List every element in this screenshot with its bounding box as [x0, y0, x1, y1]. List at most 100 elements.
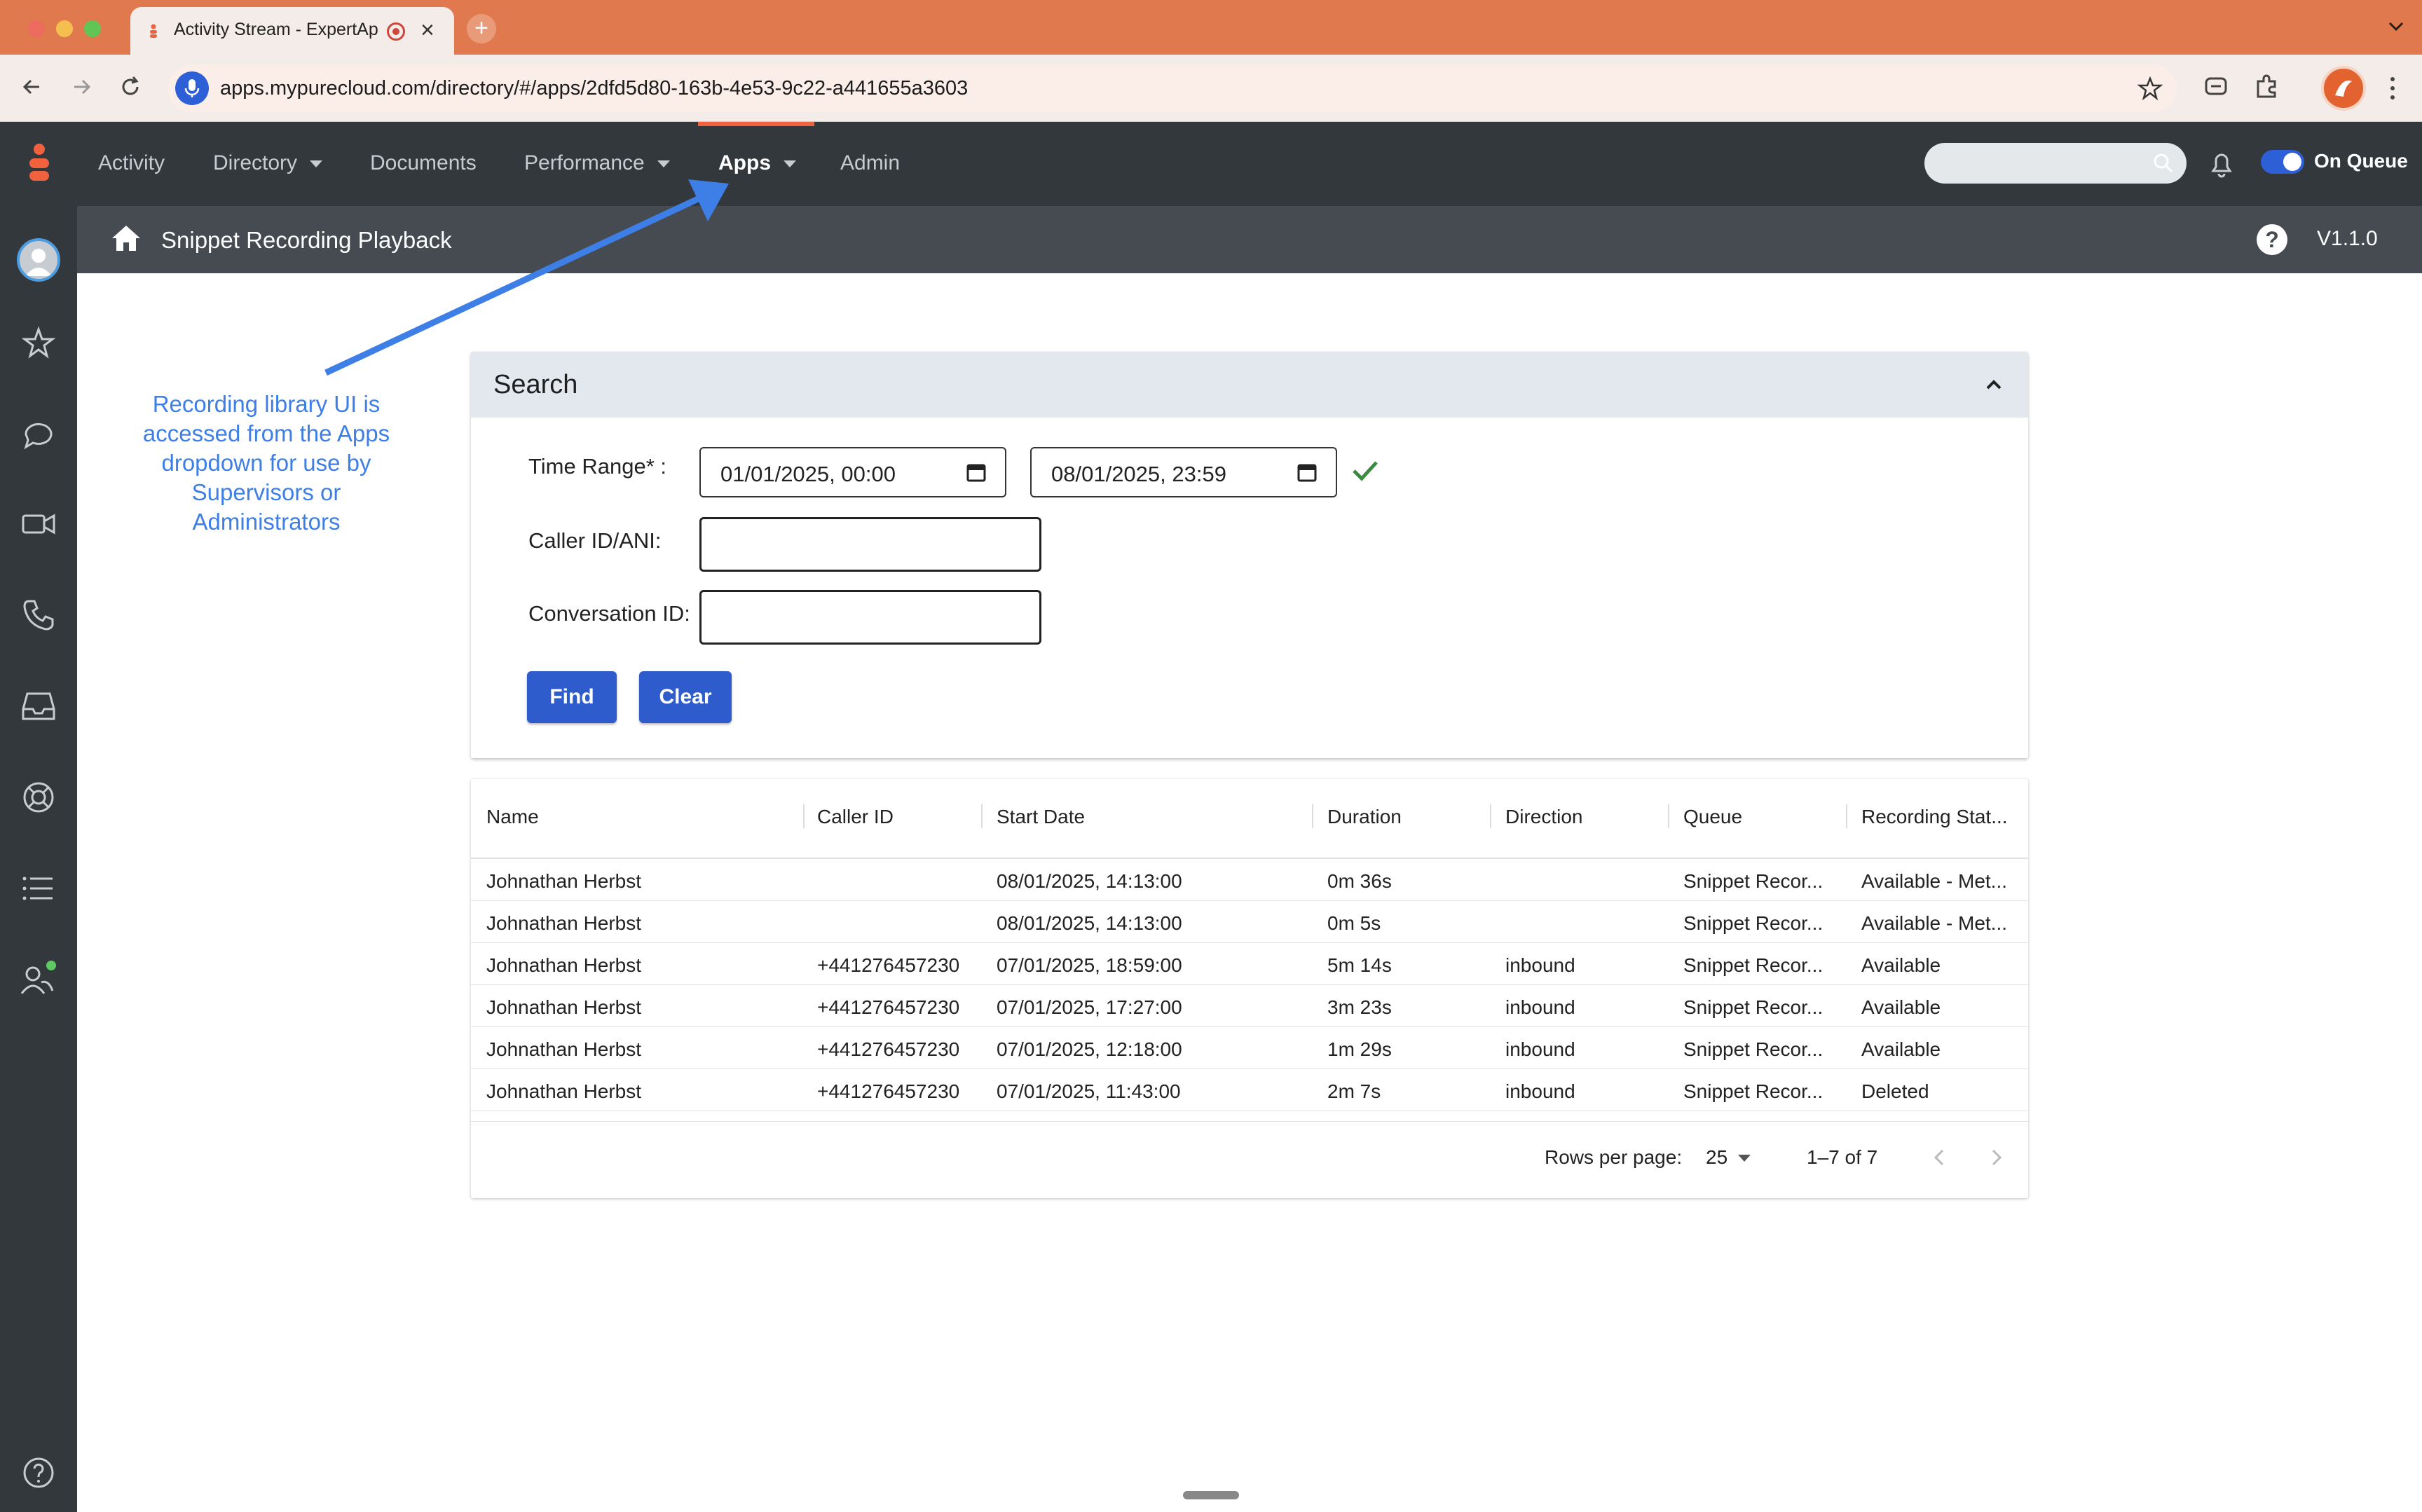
close-window-button[interactable]	[28, 20, 45, 37]
nav-performance[interactable]: Performance	[524, 151, 670, 175]
caret-down-icon	[657, 160, 670, 168]
genesys-logo-icon[interactable]	[25, 143, 53, 188]
nav-directory[interactable]: Directory	[213, 151, 323, 175]
url-bar[interactable]: apps.mypurecloud.com/directory/#/apps/2d…	[168, 64, 2177, 112]
app-sub-header: Snippet Recording Playback ? V1.1.0	[77, 206, 2422, 273]
column-header-recording-status[interactable]: Recording Stat...	[1861, 806, 2018, 828]
column-separator[interactable]	[1490, 804, 1491, 828]
clear-button[interactable]: Clear	[639, 671, 732, 723]
people-presence-icon[interactable]	[18, 958, 60, 1001]
table-row-partially-visible[interactable]	[471, 1111, 2028, 1125]
search-panel-header[interactable]: Search	[471, 352, 2028, 418]
table-row[interactable]: Johnathan Herbst +441276457230 07/01/202…	[471, 1027, 2028, 1069]
caller-id-input[interactable]	[699, 517, 1041, 572]
nav-admin[interactable]: Admin	[840, 151, 900, 175]
valid-check-icon	[1353, 461, 1378, 481]
end-date-input[interactable]: 08/01/2025, 23:59	[1030, 447, 1337, 497]
nav-activity[interactable]: Activity	[98, 151, 165, 175]
cell-queue: Snippet Recor...	[1683, 912, 1824, 934]
column-header-name[interactable]: Name	[486, 806, 539, 828]
find-button[interactable]: Find	[527, 671, 617, 723]
help-circle-icon[interactable]	[18, 1452, 60, 1494]
phone-icon[interactable]	[18, 594, 60, 636]
pagination-range: 1–7 of 7	[1807, 1146, 1878, 1168]
global-search-input[interactable]	[1924, 143, 2187, 184]
chevron-down-icon[interactable]	[2386, 15, 2407, 36]
home-icon[interactable]	[111, 224, 142, 252]
extensions-puzzle-icon[interactable]	[2252, 73, 2280, 101]
favorites-star-icon[interactable]	[18, 322, 60, 364]
address-bar-row: apps.mypurecloud.com/directory/#/apps/2d…	[0, 55, 2422, 122]
column-header-start-date[interactable]: Start Date	[997, 806, 1085, 828]
column-separator[interactable]	[1668, 804, 1669, 828]
cell-recording-status: Available	[1861, 954, 1941, 976]
table-row[interactable]: Johnathan Herbst 08/01/2025, 14:13:00 0m…	[471, 859, 2028, 901]
conversation-id-input[interactable]	[699, 590, 1041, 645]
cell-recording-status: Available - Met...	[1861, 870, 2008, 892]
search-panel-title: Search	[493, 370, 578, 399]
help-icon[interactable]: ?	[2257, 224, 2287, 255]
table-row[interactable]: Johnathan Herbst +441276457230 07/01/202…	[471, 985, 2028, 1027]
toggle-knob	[2283, 153, 2301, 171]
column-header-caller-id[interactable]: Caller ID	[817, 806, 894, 828]
start-date-value: 01/01/2025, 00:00	[720, 462, 896, 486]
previous-page-icon[interactable]	[1927, 1145, 1952, 1170]
chat-extension-icon[interactable]	[2202, 73, 2230, 101]
column-header-direction[interactable]: Direction	[1505, 806, 1582, 828]
results-table: Name Caller ID Start Date Duration Direc…	[471, 779, 2028, 1198]
column-separator[interactable]	[981, 804, 983, 828]
back-arrow-icon[interactable]	[18, 73, 46, 101]
browser-menu-icon[interactable]	[2386, 73, 2400, 104]
app-version: V1.1.0	[2317, 227, 2378, 250]
cell-name: Johnathan Herbst	[486, 912, 642, 934]
notifications-bell-icon[interactable]	[2208, 149, 2236, 179]
chevron-up-icon[interactable]	[1982, 373, 2006, 397]
maximize-window-button[interactable]	[84, 20, 101, 37]
start-date-input[interactable]: 01/01/2025, 00:00	[699, 447, 1006, 497]
inbox-tray-icon[interactable]	[18, 685, 60, 727]
user-avatar[interactable]	[17, 238, 60, 282]
resize-drag-handle[interactable]	[1183, 1491, 1239, 1499]
profile-avatar[interactable]	[2321, 66, 2366, 111]
chat-bubble-icon[interactable]	[18, 413, 60, 455]
column-separator[interactable]	[803, 804, 805, 828]
cell-queue: Snippet Recor...	[1683, 996, 1824, 1018]
next-page-icon[interactable]	[1983, 1145, 2009, 1170]
nav-documents[interactable]: Documents	[370, 151, 477, 175]
minimize-window-button[interactable]	[56, 20, 73, 37]
video-camera-icon[interactable]	[18, 503, 60, 545]
cell-name: Johnathan Herbst	[486, 870, 642, 892]
new-tab-button[interactable]: +	[467, 14, 496, 43]
cell-duration: 0m 5s	[1327, 912, 1381, 934]
browser-tab-active[interactable]: Activity Stream - ExpertAp ×	[130, 7, 454, 55]
list-icon[interactable]	[18, 867, 60, 909]
cell-queue: Snippet Recor...	[1683, 870, 1824, 892]
table-row[interactable]: Johnathan Herbst +441276457230 07/01/202…	[471, 1069, 2028, 1111]
lifebuoy-support-icon[interactable]	[18, 776, 60, 818]
column-header-duration[interactable]: Duration	[1327, 806, 1402, 828]
caret-down-icon	[310, 160, 323, 168]
caret-down-icon[interactable]	[1738, 1155, 1751, 1162]
forward-arrow-icon[interactable]	[67, 73, 95, 101]
table-row[interactable]: Johnathan Herbst +441276457230 07/01/202…	[471, 943, 2028, 985]
reload-icon[interactable]	[116, 73, 144, 101]
column-header-queue[interactable]: Queue	[1683, 806, 1742, 828]
bookmark-star-icon[interactable]	[2137, 76, 2163, 101]
calendar-icon[interactable]	[966, 461, 987, 483]
cell-duration: 5m 14s	[1327, 954, 1392, 976]
table-row[interactable]: Johnathan Herbst 08/01/2025, 14:13:00 0m…	[471, 901, 2028, 943]
nav-apps[interactable]: Apps	[718, 151, 796, 175]
cell-recording-status: Deleted	[1861, 1080, 1929, 1102]
column-separator[interactable]	[1846, 804, 1847, 828]
cell-direction: inbound	[1505, 1038, 1575, 1060]
on-queue-toggle[interactable]	[2261, 150, 2304, 174]
calendar-icon[interactable]	[1296, 461, 1318, 483]
column-separator[interactable]	[1312, 804, 1313, 828]
microphone-icon[interactable]	[175, 71, 209, 105]
cell-start-date: 08/01/2025, 14:13:00	[997, 912, 1182, 934]
nav-directory-label: Directory	[213, 151, 298, 174]
on-queue-label: On Queue	[2314, 150, 2408, 172]
tab-close-button[interactable]: ×	[420, 17, 435, 44]
cell-name: Johnathan Herbst	[486, 1038, 642, 1060]
rows-per-page-select[interactable]: 25	[1706, 1146, 1727, 1169]
